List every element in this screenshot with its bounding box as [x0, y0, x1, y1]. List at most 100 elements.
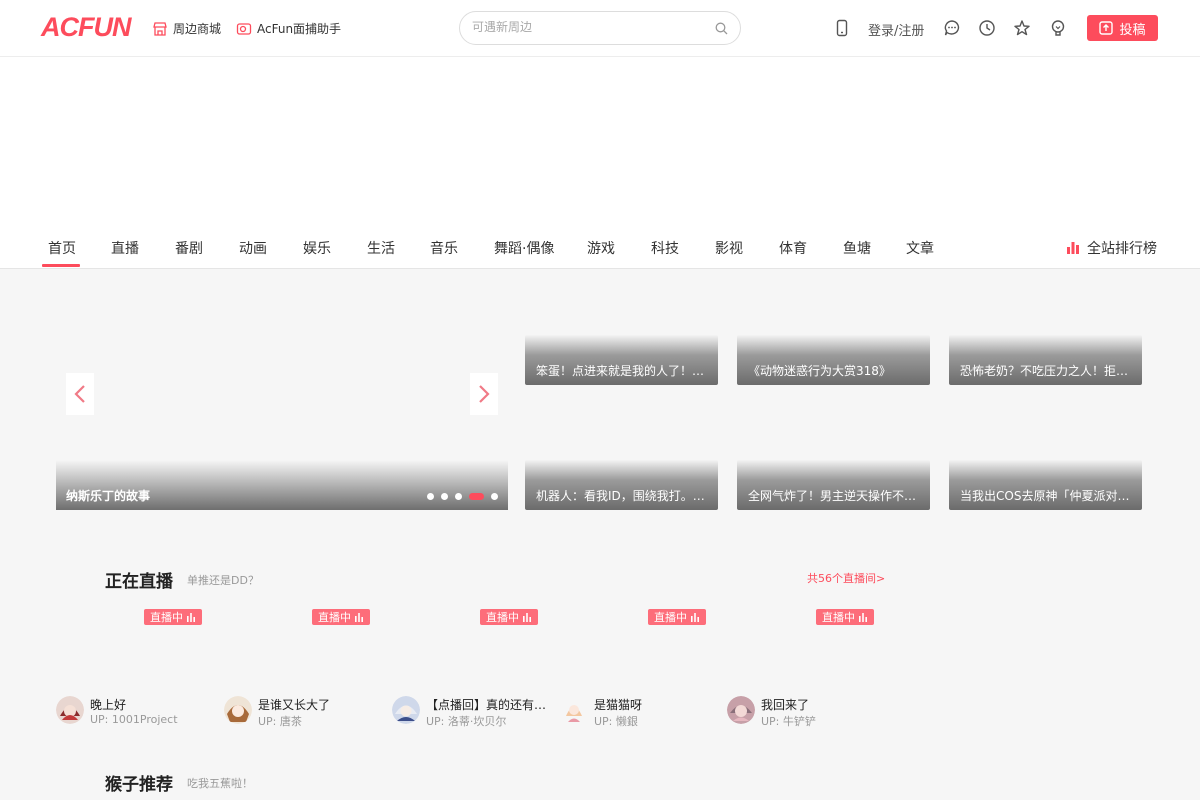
- featured-slider[interactable]: 纳斯乐丁的故事: [56, 335, 508, 510]
- nav-home[interactable]: 首页: [48, 238, 76, 258]
- message-icon[interactable]: [943, 19, 961, 37]
- nav-film[interactable]: 影视: [715, 238, 743, 258]
- search-box: [459, 11, 741, 45]
- camera-icon: [236, 22, 252, 35]
- nav-bangumi[interactable]: 番剧: [175, 238, 203, 258]
- live-badge-label: 直播中: [318, 611, 351, 624]
- video-card-title: 机器人：看我ID，围绕我打。紧...: [536, 489, 711, 503]
- live-room-item[interactable]: 晚上好 UP: 1001Project: [56, 695, 216, 727]
- live-section-title: 正在直播: [105, 572, 173, 592]
- slider-dots: [427, 493, 498, 500]
- merch-store-label: 周边商城: [173, 22, 222, 36]
- live-room-uploader: UP: 唐茶: [258, 715, 302, 728]
- history-icon[interactable]: [978, 19, 996, 37]
- merch-store-link[interactable]: 周边商城: [152, 20, 221, 37]
- nav-live[interactable]: 直播: [111, 238, 139, 258]
- nav-entertainment[interactable]: 娱乐: [303, 238, 331, 258]
- live-room-item[interactable]: 我回来了 UP: 牛铲铲: [727, 695, 887, 728]
- face-capture-label: AcFun面捕助手: [257, 22, 342, 36]
- live-room-uploader: UP: 牛铲铲: [761, 715, 816, 728]
- nav-life[interactable]: 生活: [367, 238, 395, 258]
- live-badge: 直播中: [144, 609, 202, 625]
- live-bars-icon: [859, 613, 867, 622]
- search-icon[interactable]: [715, 22, 728, 35]
- video-card-title: 恐怖老奶？不吃压力之人！拒绝...: [960, 364, 1135, 378]
- avatar[interactable]: [224, 696, 252, 724]
- nav-sports[interactable]: 体育: [779, 238, 807, 258]
- avatar[interactable]: [392, 696, 420, 724]
- channel-nav: 首页 直播 番剧 动画 娱乐 生活 音乐 舞蹈·偶像 游戏 科技 影视 体育 鱼…: [0, 227, 1200, 269]
- nav-animation[interactable]: 动画: [239, 238, 267, 258]
- slider-dot[interactable]: [427, 493, 434, 500]
- site-ranking-link[interactable]: 全站排行榜: [1066, 238, 1157, 258]
- avatar[interactable]: [727, 696, 755, 724]
- store-icon: [153, 21, 167, 36]
- live-section-subtitle: 单推还是DD？: [187, 574, 259, 587]
- live-room-item[interactable]: 是猫猫呀 UP: 懒銀: [560, 695, 720, 728]
- upload-button[interactable]: 投稿: [1087, 15, 1158, 41]
- live-room-item[interactable]: 是谁又长大了 UP: 唐茶: [224, 695, 384, 728]
- live-room-title: 是谁又长大了: [258, 698, 331, 712]
- nav-article[interactable]: 文章: [906, 238, 934, 258]
- nav-game[interactable]: 游戏: [587, 238, 615, 258]
- video-card-title: 当我出COS去原神「仲夏派对」...: [960, 489, 1135, 503]
- favorite-icon[interactable]: [1013, 19, 1031, 37]
- creative-icon[interactable]: [1049, 19, 1067, 37]
- mobile-icon[interactable]: [833, 19, 851, 37]
- live-more-link[interactable]: 共56个直播间>: [807, 570, 885, 586]
- live-badge-label: 直播中: [486, 611, 519, 624]
- live-badge: 直播中: [648, 609, 706, 625]
- video-card[interactable]: 《动物迷惑行为大赏318》: [737, 335, 930, 385]
- nav-music[interactable]: 音乐: [430, 238, 458, 258]
- video-card[interactable]: 机器人：看我ID，围绕我打。紧...: [525, 460, 718, 510]
- live-room-title: 【点播回】真的还有瓦...: [426, 698, 552, 712]
- video-card-title: 全网气炸了！男主逆天操作不像...: [748, 489, 923, 503]
- nav-dance[interactable]: 舞蹈·偶像: [494, 238, 554, 258]
- nav-fishpond[interactable]: 鱼塘: [843, 238, 871, 258]
- live-room-item[interactable]: 【点播回】真的还有瓦... UP: 洛蒂·坎贝尔: [392, 695, 552, 728]
- recommend-section-title: 猴子推荐: [105, 775, 173, 795]
- face-capture-link[interactable]: AcFun面捕助手: [236, 20, 341, 37]
- upload-icon: [1099, 21, 1114, 35]
- live-room-uploader: UP: 1001Project: [90, 713, 178, 726]
- top-header: ACFUN 周边商城 AcFun面捕助手 登录/注册 投稿: [0, 0, 1200, 57]
- chevron-right-icon: [479, 385, 490, 403]
- ranking-icon: [1067, 242, 1079, 254]
- video-card[interactable]: 笨蛋！点进来就是我的人了！『...: [525, 335, 718, 385]
- upload-label: 投稿: [1119, 22, 1146, 38]
- video-card-title: 笨蛋！点进来就是我的人了！『...: [536, 364, 711, 378]
- live-room-uploader: UP: 洛蒂·坎贝尔: [426, 715, 507, 728]
- slider-dot-active[interactable]: [469, 493, 484, 500]
- slider-next-button[interactable]: [470, 373, 498, 415]
- ranking-label: 全站排行榜: [1087, 241, 1157, 257]
- recommend-section-subtitle: 吃我五蕉啦！: [187, 777, 253, 790]
- live-bars-icon: [523, 613, 531, 622]
- live-badge-label: 直播中: [150, 611, 183, 624]
- slider-dot[interactable]: [441, 493, 448, 500]
- search-input[interactable]: [472, 20, 702, 34]
- video-card[interactable]: 全网气炸了！男主逆天操作不像...: [737, 460, 930, 510]
- chevron-left-icon: [74, 385, 85, 403]
- video-card[interactable]: 恐怖老奶？不吃压力之人！拒绝...: [949, 335, 1142, 385]
- slider-dot[interactable]: [491, 493, 498, 500]
- live-badge-label: 直播中: [654, 611, 687, 624]
- avatar[interactable]: [560, 696, 588, 724]
- live-badge-label: 直播中: [822, 611, 855, 624]
- nav-active-underline: [42, 264, 80, 267]
- slider-prev-button[interactable]: [66, 373, 94, 415]
- live-room-title: 是猫猫呀: [594, 698, 643, 712]
- nav-tech[interactable]: 科技: [651, 238, 679, 258]
- video-card-title: 《动物迷惑行为大赏318》: [748, 364, 891, 378]
- live-bars-icon: [355, 613, 363, 622]
- live-room-title: 晚上好: [90, 698, 127, 712]
- live-room-title: 我回来了: [761, 698, 810, 712]
- video-card[interactable]: 当我出COS去原神「仲夏派对」...: [949, 460, 1142, 510]
- slider-dot[interactable]: [455, 493, 462, 500]
- acfun-logo[interactable]: ACFUN: [41, 12, 131, 42]
- avatar[interactable]: [56, 696, 84, 724]
- live-bars-icon: [691, 613, 699, 622]
- live-bars-icon: [187, 613, 195, 622]
- banner-area: [0, 57, 1200, 227]
- live-badge: 直播中: [480, 609, 538, 625]
- login-register-link[interactable]: 登录/注册: [868, 20, 924, 39]
